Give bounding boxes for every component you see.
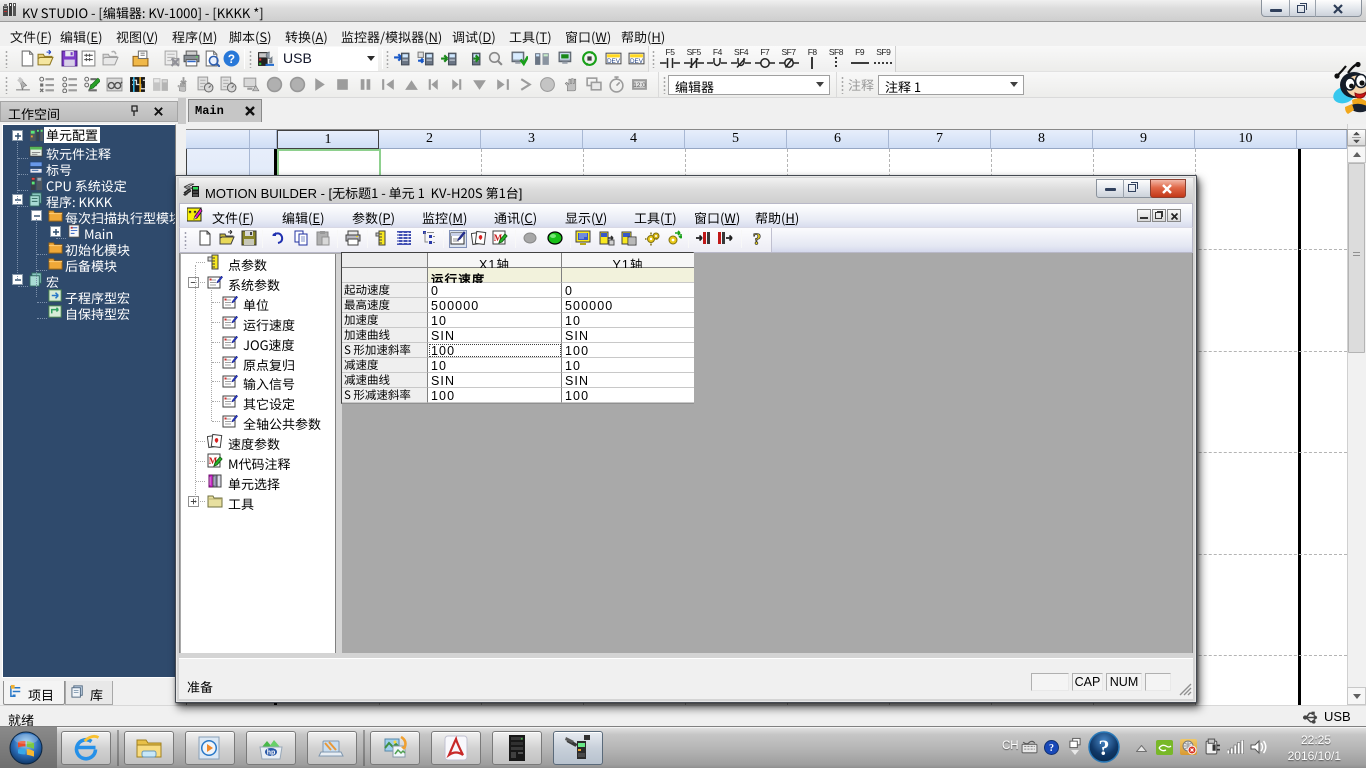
svg-text:?: ? xyxy=(753,230,762,246)
svg-text:?: ? xyxy=(1099,735,1110,760)
svg-text:DEV: DEV xyxy=(630,58,644,65)
svg-text:?: ? xyxy=(228,53,235,66)
svg-text:12:0: 12:0 xyxy=(633,82,646,89)
svg-text:hp: hp xyxy=(267,750,276,757)
svg-text:?: ? xyxy=(1049,743,1054,754)
svg-text:DEV: DEV xyxy=(606,58,620,65)
